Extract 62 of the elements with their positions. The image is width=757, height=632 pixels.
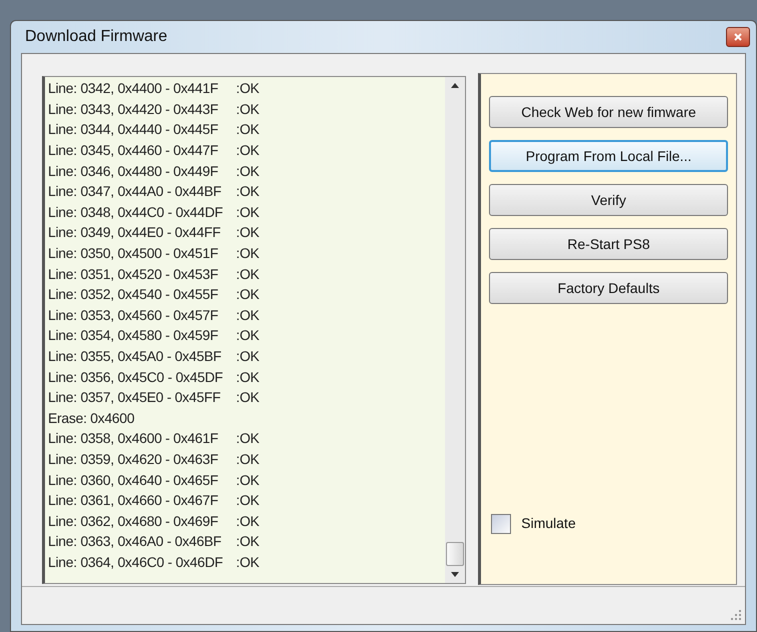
log-line-status: :OK [236, 264, 260, 284]
scrollbar-thumb[interactable] [446, 542, 464, 566]
log-line-text: Line: 0345, 0x4460 - 0x447F [48, 141, 220, 160]
log-line-status: :OK [236, 347, 260, 366]
log-line-text: Line: 0362, 0x4680 - 0x469F [48, 512, 220, 531]
log-line-text: Line: 0364, 0x46C0 - 0x46DF [48, 552, 224, 572]
action-button[interactable]: Factory Defaults [489, 272, 728, 304]
log-line-status: :OK [236, 368, 260, 387]
log-line-text: Line: 0347, 0x44A0 - 0x44BF [48, 182, 222, 202]
log-line-text: Line: 0346, 0x4480 - 0x449F [48, 162, 220, 181]
log-line-text: Line: 0343, 0x4420 - 0x443F [48, 100, 220, 119]
scrollbar[interactable] [445, 77, 466, 583]
log-line-status: :OK [236, 100, 260, 119]
log-line-status: :OK [236, 470, 260, 490]
log-line-status: :OK [236, 552, 260, 572]
resize-grip-icon [731, 610, 741, 620]
log-line-status: :OK [236, 141, 260, 160]
log-line-text: Line: 0350, 0x4500 - 0x451F [48, 244, 220, 264]
log-line-status: :OK [236, 491, 260, 510]
log-line-status: :OK [236, 223, 260, 242]
down-arrow-icon [451, 572, 460, 577]
log-line-text: Line: 0355, 0x45A0 - 0x45BF [48, 347, 222, 366]
log-line-status: :OK [236, 244, 260, 264]
log-line-status: :OK [236, 285, 260, 304]
log-line-status: :OK [236, 306, 260, 325]
log-line-text: Line: 0348, 0x44C0 - 0x44DF [48, 202, 224, 222]
window-title: Download Firmware [25, 27, 168, 47]
log-line-text: Line: 0358, 0x4600 - 0x461F [48, 429, 220, 448]
log-line-status: :OK [236, 388, 260, 408]
log-line-text: Line: 0360, 0x4640 - 0x465F [48, 470, 220, 490]
log-line-status: :OK [236, 512, 260, 531]
log-line-text: Line: 0351, 0x4520 - 0x453F [48, 264, 220, 284]
log-line-text: Line: 0357, 0x45E0 - 0x45FF [48, 388, 222, 408]
action-button[interactable]: Check Web for new fimware [489, 96, 728, 128]
log-line-text: Line: 0344, 0x4440 - 0x445F [48, 120, 220, 140]
log-line-text: Line: 0352, 0x4540 - 0x455F [48, 285, 220, 304]
log-line-status: :OK [236, 79, 260, 98]
log-line-status: :OK [236, 326, 260, 346]
simulate-label: Simulate [521, 514, 576, 533]
log-line-text: Line: 0356, 0x45C0 - 0x45DF [48, 368, 224, 387]
close-icon [734, 33, 742, 41]
log-line-status: :OK [236, 202, 260, 222]
log-line-text: Erase: 0x4600 [48, 408, 136, 428]
log-line-text: Line: 0359, 0x4620 - 0x463F [48, 450, 220, 469]
log-line-text: Line: 0342, 0x4400 - 0x441F [48, 79, 220, 98]
close-button[interactable] [726, 27, 750, 47]
action-button[interactable]: Re-Start PS8 [489, 228, 728, 260]
log-line-status: :OK [236, 162, 260, 181]
action-button[interactable]: Verify [489, 184, 728, 216]
log-line-status: :OK [236, 450, 260, 469]
log-line-status: :OK [236, 532, 260, 552]
log-line-status: :OK [236, 120, 260, 140]
log-line-text: Line: 0354, 0x4580 - 0x459F [48, 326, 220, 346]
log-line-text: Line: 0361, 0x4660 - 0x467F [48, 491, 220, 510]
simulate-checkbox[interactable] [491, 514, 512, 534]
log-line-text: Line: 0349, 0x44E0 - 0x44FF [48, 223, 222, 242]
action-button[interactable]: Program From Local File... [489, 140, 728, 172]
log-line-status: :OK [236, 182, 260, 202]
log-line-status: :OK [236, 429, 260, 448]
log-line-text: Line: 0363, 0x46A0 - 0x46BF [48, 532, 222, 552]
log-line-text: Line: 0353, 0x4560 - 0x457F [48, 306, 220, 325]
up-arrow-icon [451, 83, 460, 88]
